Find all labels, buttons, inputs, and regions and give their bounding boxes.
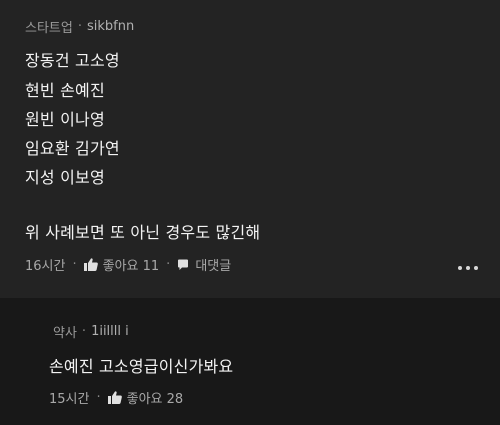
separator-dot: · bbox=[77, 19, 82, 34]
comment-line: 현빈 손예진 bbox=[25, 81, 105, 100]
comment-time: 16시간 bbox=[25, 259, 66, 274]
comment-meta: 스타트업 · sikbfnn bbox=[25, 17, 134, 36]
reply-meta: 약사 · 1iillll i bbox=[53, 322, 129, 341]
more-options-icon[interactable] bbox=[458, 262, 478, 274]
thumbs-up-icon bbox=[107, 391, 122, 404]
speech-bubble-icon bbox=[177, 259, 189, 271]
reply-text: 손예진 고소영급이신가봐요 bbox=[49, 357, 234, 376]
comment-line: 위 사례보면 또 아닌 경우도 많긴해 bbox=[25, 223, 261, 242]
separator-dot: · bbox=[166, 257, 171, 272]
comment-line: 장동건 고소영 bbox=[25, 51, 120, 70]
comment-line: 원빈 이나영 bbox=[25, 110, 105, 129]
reply-label: 대댓글 bbox=[195, 259, 232, 274]
comment-actions: 16시간 · 좋아요 11 · 대댓글 bbox=[25, 255, 231, 274]
like-button[interactable]: 좋아요 11 bbox=[83, 255, 160, 274]
like-count: 좋아요 28 bbox=[126, 392, 184, 407]
like-button[interactable]: 좋아요 28 bbox=[107, 388, 184, 407]
like-count: 좋아요 11 bbox=[102, 259, 160, 274]
thumbs-up-icon bbox=[83, 258, 98, 271]
comment-line: 지성 이보영 bbox=[25, 168, 105, 187]
reply-actions: 15시간 · 좋아요 28 bbox=[49, 388, 183, 407]
comment-author-id: sikbfnn bbox=[86, 19, 135, 34]
reply-comment: 약사 · 1iillll i 손예진 고소영급이신가봐요 15시간 · 좋아요 … bbox=[0, 298, 500, 425]
separator-dot: · bbox=[72, 257, 77, 272]
separator-dot: · bbox=[96, 390, 101, 405]
separator-dot: · bbox=[81, 324, 87, 339]
reply-time: 15시간 bbox=[49, 392, 90, 407]
comment-author[interactable]: 스타트업 bbox=[25, 17, 73, 36]
reply-button[interactable]: 대댓글 bbox=[177, 255, 231, 274]
reply-author-id: 1iillll i bbox=[91, 324, 129, 339]
comment-line: 임요환 김가연 bbox=[25, 139, 120, 158]
comment: 스타트업 · sikbfnn 장동건 고소영 현빈 손예진 원빈 이나영 임요환… bbox=[0, 0, 500, 298]
reply-author[interactable]: 약사 bbox=[53, 322, 77, 341]
